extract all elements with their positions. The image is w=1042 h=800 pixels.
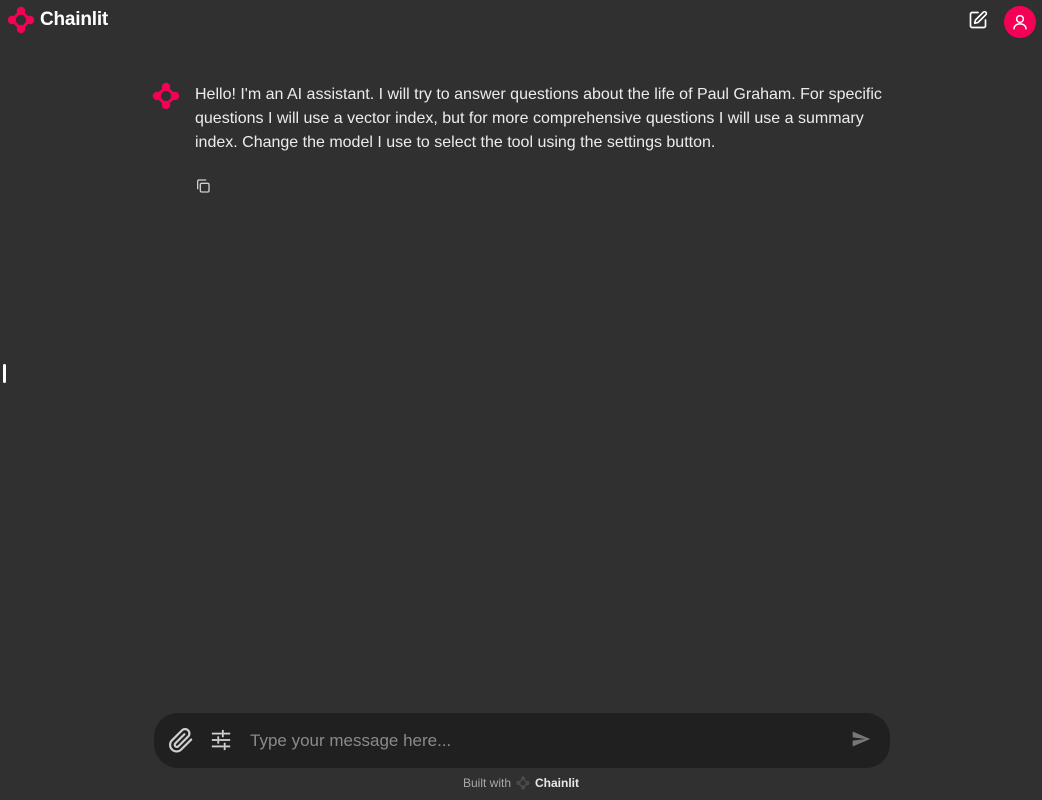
- message-composer: [154, 713, 890, 768]
- attach-file-button[interactable]: [168, 727, 194, 753]
- sliders-icon: [211, 729, 231, 751]
- message-input[interactable]: [248, 725, 832, 757]
- footer-brand-name: Chainlit: [535, 776, 580, 790]
- chainlit-logo-icon: [516, 776, 530, 790]
- send-button[interactable]: [851, 729, 873, 751]
- new-chat-button[interactable]: [966, 8, 990, 32]
- send-icon: [852, 731, 871, 747]
- paperclip-icon: [169, 728, 193, 753]
- chainlit-logo-icon: [152, 82, 180, 110]
- chat-app: Chainlit Hello! I'm an AI assistant. I w…: [0, 0, 1042, 800]
- brand-name: Chainlit: [40, 9, 109, 30]
- built-with-footer[interactable]: Built with Chainlit: [0, 776, 1042, 790]
- edit-icon: [969, 10, 988, 29]
- message-text: Hello! I'm an AI assistant. I will try t…: [195, 86, 882, 151]
- copy-icon: [197, 179, 210, 193]
- brand: Chainlit: [7, 6, 108, 34]
- chainlit-logo-icon: [7, 6, 35, 34]
- sidebar-resize-handle[interactable]: [3, 364, 6, 383]
- user-icon: [1013, 14, 1027, 30]
- built-with-label: Built with: [462, 776, 512, 790]
- chat-settings-button[interactable]: [210, 729, 232, 751]
- copy-button[interactable]: [195, 178, 213, 196]
- user-avatar-button[interactable]: [1004, 6, 1036, 38]
- top-bar: Chainlit: [0, 0, 1042, 44]
